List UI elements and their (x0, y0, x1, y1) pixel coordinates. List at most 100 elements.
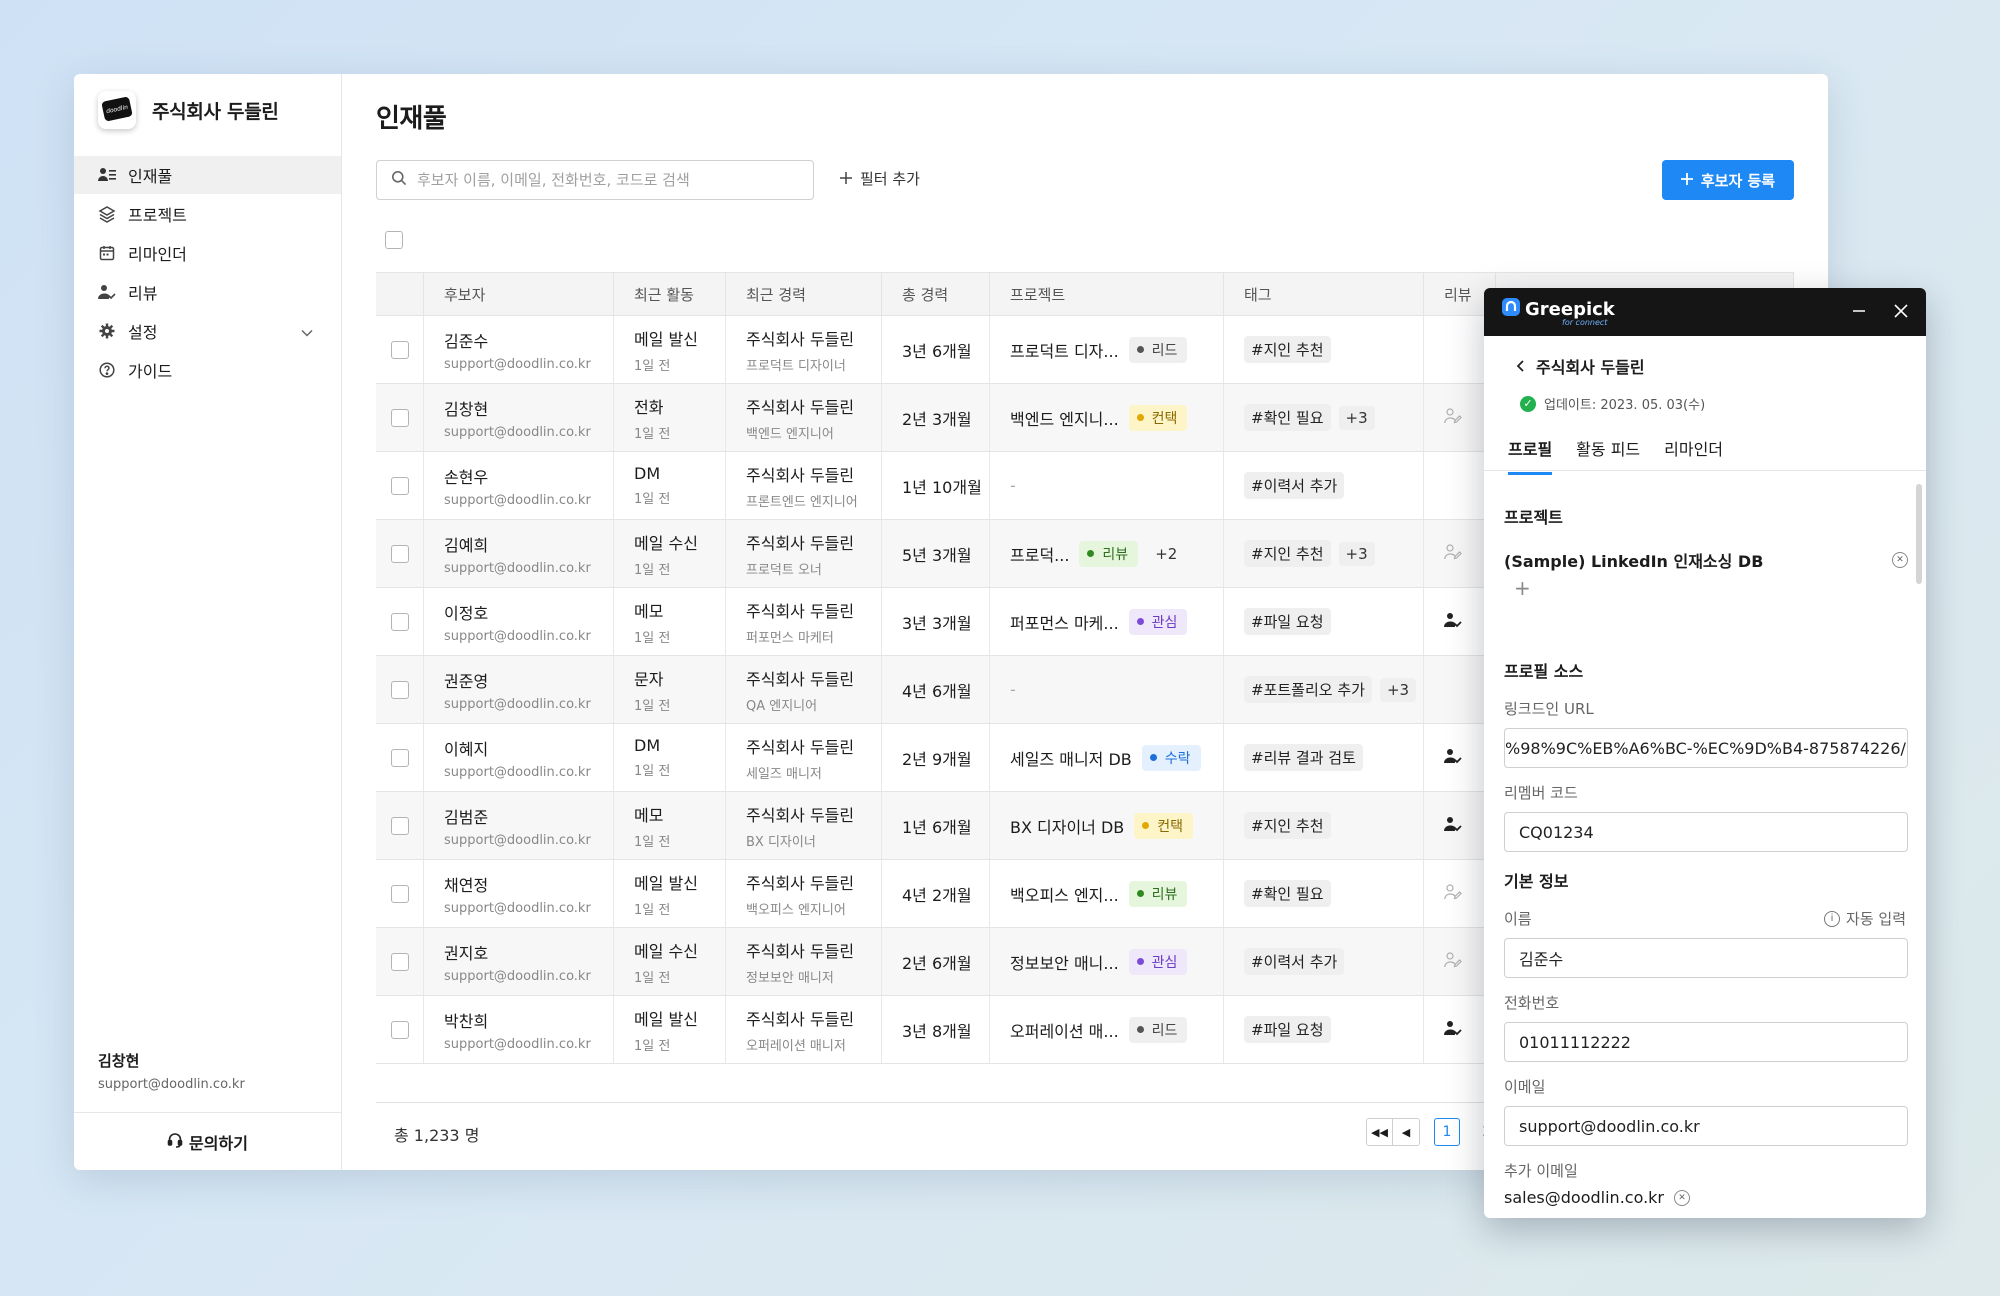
select-all-checkbox[interactable] (385, 231, 403, 249)
name-field[interactable]: 김준수 (1504, 938, 1908, 978)
phone-field[interactable]: 01011112222 (1504, 1022, 1908, 1062)
sidebar-item-settings[interactable]: 설정 (74, 312, 341, 350)
add-filter-button[interactable]: 필터 추가 (840, 168, 920, 189)
row-checkbox[interactable] (390, 544, 409, 563)
row-checkbox[interactable] (390, 408, 409, 427)
back-button[interactable]: 주식회사 두들린 (1516, 354, 1645, 378)
candidate-name[interactable]: 김준수 (444, 328, 591, 352)
header-project[interactable]: 프로젝트 (990, 273, 1224, 315)
plus-icon (1680, 171, 1693, 189)
sidebar-item-reviews[interactable]: 리뷰 (74, 273, 341, 311)
candidate-name[interactable]: 김예희 (444, 532, 591, 556)
extra-tag-count[interactable]: +3 (1338, 405, 1375, 430)
project-name[interactable]: 오퍼레이션 매... (1010, 1018, 1119, 1042)
current-user[interactable]: 김창현 support@doodlin.co.kr (98, 1050, 245, 1092)
tag-chip[interactable]: #리뷰 결과 검토 (1244, 744, 1363, 771)
close-icon[interactable] (1894, 302, 1908, 323)
candidate-name[interactable]: 김창현 (444, 396, 591, 420)
sidebar-item-guide[interactable]: 가이드 (74, 351, 341, 389)
add-candidate-button[interactable]: 후보자 등록 (1662, 160, 1794, 200)
project-name[interactable]: 프로덕트 디자... (1010, 338, 1119, 362)
tag-chip[interactable]: #지인 추천 (1244, 812, 1331, 839)
project-name[interactable]: BX 디자이너 DB (1010, 814, 1124, 838)
sidebar-item-reminders[interactable]: 리마인더 (74, 234, 341, 272)
project-name[interactable]: 프로덕... (1010, 542, 1069, 566)
tag-chip[interactable]: #파일 요청 (1244, 608, 1331, 635)
candidate-name[interactable]: 이정호 (444, 600, 591, 624)
prev-page-icon[interactable]: ◀ (1393, 1119, 1419, 1145)
header-recent-career[interactable]: 최근 경력 (726, 273, 882, 315)
remove-circle-icon[interactable]: ✕ (1892, 552, 1908, 568)
tag-chip[interactable]: #이력서 추가 (1244, 472, 1345, 499)
email-field[interactable]: support@doodlin.co.kr (1504, 1106, 1908, 1146)
header-tag[interactable]: 태그 (1224, 273, 1424, 315)
candidate-name[interactable]: 김범준 (444, 804, 591, 828)
row-checkbox[interactable] (390, 952, 409, 971)
candidate-name[interactable]: 이혜지 (444, 736, 591, 760)
linkedin-url-field[interactable]: %98%9C%EB%A6%BC-%EC%9D%B4-875874226/ (1504, 728, 1908, 768)
candidate-name[interactable]: 권준영 (444, 668, 591, 692)
minimize-icon[interactable] (1852, 302, 1866, 323)
candidate-name[interactable]: 권지호 (444, 940, 591, 964)
tab-activity-feed[interactable]: 활동 피드 (1576, 430, 1640, 475)
project-name[interactable]: 정보보안 매니... (1010, 950, 1119, 974)
scrollbar[interactable] (1916, 484, 1922, 584)
reviewer-assigned-icon[interactable] (1444, 1020, 1462, 1040)
reviewer-assigned-icon[interactable] (1444, 816, 1462, 836)
auto-fill-button[interactable]: i 자동 입력 (1824, 908, 1906, 929)
reviewer-edit-icon[interactable] (1444, 951, 1462, 972)
brand[interactable]: doodlin 주식회사 두들린 (98, 90, 279, 130)
project-name[interactable]: 백엔드 엔지니... (1010, 406, 1119, 430)
reviewer-edit-icon[interactable] (1444, 543, 1462, 564)
row-checkbox[interactable] (390, 1020, 409, 1039)
project-name[interactable]: 백오피스 엔지... (1010, 882, 1119, 906)
row-checkbox[interactable] (390, 816, 409, 835)
sidebar-item-talent-pool[interactable]: 인재풀 (74, 156, 341, 194)
candidate-name[interactable]: 박찬희 (444, 1008, 591, 1032)
candidate-name[interactable]: 손현우 (444, 464, 591, 488)
reviewer-edit-icon[interactable] (1444, 407, 1462, 428)
row-checkbox[interactable] (390, 680, 409, 699)
search-input[interactable] (417, 171, 797, 189)
reviewer-assigned-icon[interactable] (1444, 748, 1462, 768)
add-project-plus-icon[interactable]: + (1514, 576, 1531, 600)
chevron-down-icon[interactable] (301, 322, 313, 341)
first-page-icon[interactable]: ◀◀ (1367, 1119, 1393, 1145)
update-status: ✓ 업데이트: 2023. 05. 03(수) (1520, 394, 1705, 413)
tag-chip[interactable]: #이력서 추가 (1244, 948, 1345, 975)
tag-chip[interactable]: #파일 요청 (1244, 1016, 1331, 1043)
sidebar-item-projects[interactable]: 프로젝트 (74, 195, 341, 233)
tag-chip[interactable]: #확인 필요 (1244, 880, 1331, 907)
total-career: 3년 3개월 (902, 613, 972, 633)
search-box[interactable] (376, 160, 814, 200)
header-total-career[interactable]: 총 경력 (882, 273, 990, 315)
extra-email-label: 추가 이메일 (1504, 1162, 1578, 1180)
help-button[interactable]: 문의하기 (74, 1112, 341, 1170)
project-name[interactable]: 퍼포먼스 마케... (1010, 610, 1119, 634)
project-name[interactable]: 세일즈 매니저 DB (1010, 746, 1132, 770)
tag-chip[interactable]: #지인 추천 (1244, 336, 1331, 363)
candidate-name[interactable]: 채연정 (444, 872, 591, 896)
row-checkbox[interactable] (390, 476, 409, 495)
row-checkbox[interactable] (390, 340, 409, 359)
extra-tag-count[interactable]: +3 (1338, 541, 1375, 566)
reviewer-assigned-icon[interactable] (1444, 612, 1462, 632)
tag-chip[interactable]: #포트폴리오 추가 (1244, 676, 1372, 703)
row-checkbox[interactable] (390, 884, 409, 903)
page-number-1[interactable]: 1 (1434, 1118, 1460, 1146)
header-recent-activity[interactable]: 최근 활동 (614, 273, 726, 315)
remove-circle-icon[interactable]: ✕ (1674, 1189, 1691, 1206)
tag-chip[interactable]: #확인 필요 (1244, 404, 1331, 431)
activity-type: DM (634, 736, 661, 755)
tag-chip[interactable]: #지인 추천 (1244, 540, 1331, 567)
row-checkbox[interactable] (390, 748, 409, 767)
header-candidate[interactable]: 후보자 (424, 273, 614, 315)
extra-tag-count[interactable]: +3 (1379, 677, 1417, 702)
reviewer-edit-icon[interactable] (1444, 883, 1462, 904)
extra-project-count[interactable]: +2 (1148, 542, 1184, 566)
candidate-cell: 손현우 support@doodlin.co.kr (424, 452, 614, 519)
remember-code-field[interactable]: CQ01234 (1504, 812, 1908, 852)
tab-profile[interactable]: 프로필 (1508, 430, 1553, 475)
row-checkbox[interactable] (390, 612, 409, 631)
tab-reminders[interactable]: 리마인더 (1664, 430, 1723, 475)
